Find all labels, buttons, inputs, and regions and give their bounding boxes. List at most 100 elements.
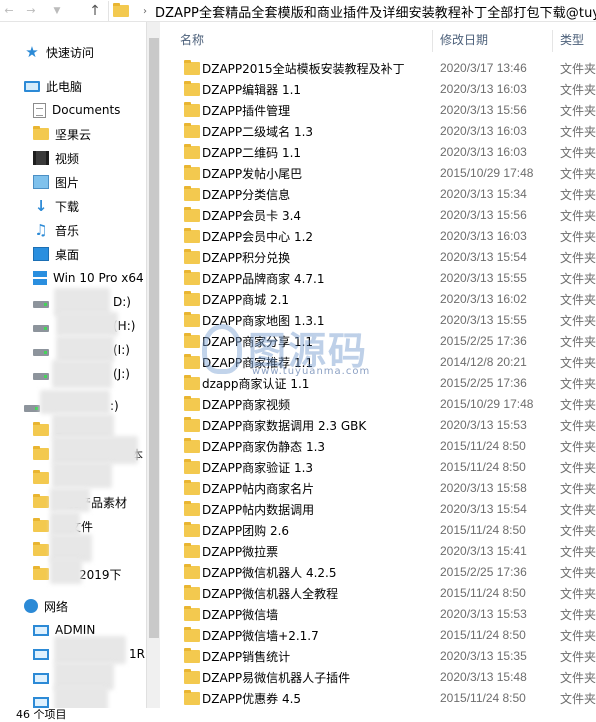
file-row[interactable]: DZAPP品牌商家 4.7.1 2020/3/13 15:55 文件夹 [170, 268, 596, 289]
sidebar-item-system-drive[interactable]: Win 10 Pro x64 [33, 266, 160, 290]
file-row[interactable]: DZAPP商家验证 1.3 2015/11/24 8:50 文件夹 [170, 457, 596, 478]
folder-icon [184, 312, 200, 327]
file-row[interactable]: DZAPP商家分享 1.1 2015/2/25 17:36 文件夹 [170, 331, 596, 352]
sidebar-scrollbar[interactable] [146, 22, 160, 708]
file-row[interactable]: DZAPP会员卡 3.4 2020/3/13 15:56 文件夹 [170, 205, 596, 226]
file-row[interactable]: DZAPP微信机器人 4.2.5 2015/2/25 17:36 文件夹 [170, 562, 596, 583]
file-row[interactable]: DZAPP会员中心 1.2 2020/3/13 16:03 文件夹 [170, 226, 596, 247]
image-icon [33, 175, 49, 189]
folder-icon [184, 648, 200, 663]
file-row[interactable]: DZAPP微信墙+2.1.7 2015/11/24 8:50 文件夹 [170, 625, 596, 646]
sidebar-item-desktop[interactable]: 桌面 [33, 242, 160, 266]
file-row[interactable]: DZAPP积分兑换 2020/3/13 15:54 文件夹 [170, 247, 596, 268]
file-row[interactable]: DZAPP商家视频 2015/10/29 17:48 文件夹 [170, 394, 596, 415]
file-type: 文件夹 [560, 125, 596, 139]
drive-icon [33, 324, 49, 332]
file-modified-date: 2015/2/25 17:36 [440, 334, 527, 348]
file-name: DZAPP商家推荐 1.1 [202, 356, 314, 370]
file-row[interactable]: dzapp商家认证 1.1 2015/2/25 17:36 文件夹 [170, 373, 596, 394]
folder-icon [184, 270, 200, 285]
file-row[interactable]: DZAPP商家地图 1.3.1 2020/3/13 15:55 文件夹 [170, 310, 596, 331]
file-row[interactable]: DZAPP编辑器 1.1 2020/3/13 16:03 文件夹 [170, 79, 596, 100]
file-modified-date: 2020/3/13 16:03 [440, 124, 527, 138]
file-type: 文件夹 [560, 314, 596, 328]
file-name: DZAPP会员卡 3.4 [202, 209, 302, 223]
file-row[interactable]: DZAPP帖内数据调用 2020/3/13 15:54 文件夹 [170, 499, 596, 520]
column-divider[interactable] [552, 30, 553, 52]
sidebar-item-videos[interactable]: 视频 [33, 146, 160, 170]
sidebar-item-network[interactable]: 网络 [24, 594, 160, 618]
file-row[interactable]: DZAPP微拉票 2020/3/13 15:41 文件夹 [170, 541, 596, 562]
file-row[interactable]: DZAPP发帖小尾巴 2015/10/29 17:48 文件夹 [170, 163, 596, 184]
blurred-region [40, 390, 110, 414]
file-row[interactable]: DZAPP二维码 1.1 2020/3/13 16:03 文件夹 [170, 142, 596, 163]
file-type: 文件夹 [560, 629, 596, 643]
file-row[interactable]: DZAPP分类信息 2020/3/13 15:34 文件夹 [170, 184, 596, 205]
folder-icon [184, 375, 200, 390]
folder-icon [33, 470, 49, 484]
sidebar-scrollbar-thumb[interactable] [149, 38, 159, 638]
back-arrow-icon[interactable]: ← [0, 2, 18, 20]
file-row[interactable]: DZAPP二级域名 1.3 2020/3/13 16:03 文件夹 [170, 121, 596, 142]
folder-icon [184, 627, 200, 642]
file-row[interactable]: DZAPP商家数据调用 2.3 GBK 2020/3/13 15:53 文件夹 [170, 415, 596, 436]
video-icon [33, 151, 49, 165]
sidebar-item-quick-access[interactable]: ★ 快速访问 [24, 40, 160, 64]
column-header-type[interactable]: 类型 [560, 28, 584, 54]
column-header-name[interactable]: 名称 [180, 28, 204, 54]
sidebar-item-downloads[interactable]: ↓ 下载 [33, 194, 160, 218]
address-path-text: DZAPP全套精品全套模版和商业插件及详细安装教程补丁全部打包下载@tuyuan… [155, 5, 596, 21]
folder-icon [184, 123, 200, 138]
path-separator-icon[interactable]: › [143, 6, 147, 17]
file-type: 文件夹 [560, 83, 596, 97]
folder-icon [184, 585, 200, 600]
navigation-pane: ★ 快速访问 此电脑 Documents 坚果云 视频 图片 ↓ 下载 ♫ 音乐… [0, 22, 160, 708]
address-path[interactable]: › DZAPP全套精品全套模版和商业插件及详细安装教程补丁全部打包下载@tuyu… [108, 1, 596, 21]
file-row[interactable]: DZAPP帖内商家名片 2020/3/13 15:58 文件夹 [170, 478, 596, 499]
file-type: 文件夹 [560, 209, 596, 223]
file-type: 文件夹 [560, 608, 596, 622]
file-row[interactable]: DZAPP易微信机器人子插件 2020/3/13 15:48 文件夹 [170, 667, 596, 688]
folder-icon [184, 102, 200, 117]
file-type: 文件夹 [560, 62, 596, 76]
folder-icon [184, 354, 200, 369]
blurred-region [56, 312, 118, 336]
file-modified-date: 2015/11/24 8:50 [440, 439, 526, 453]
sidebar-item-this-pc[interactable]: 此电脑 [24, 74, 160, 98]
file-row[interactable]: DZAPP销售统计 2020/3/13 15:35 文件夹 [170, 646, 596, 667]
column-header-date[interactable]: 修改日期 [440, 28, 488, 54]
file-modified-date: 2020/3/17 13:46 [440, 61, 527, 75]
file-row[interactable]: DZAPP商家推荐 1.1 2014/12/8 20:21 文件夹 [170, 352, 596, 373]
recent-locations-chevron-icon[interactable]: ▼ [48, 2, 66, 20]
file-name: DZAPP帖内商家名片 [202, 482, 315, 496]
column-divider[interactable] [432, 30, 433, 52]
file-row[interactable]: DZAPP微信墙 2020/3/13 15:53 文件夹 [170, 604, 596, 625]
file-row[interactable]: DZAPP微信机器人全教程 2015/11/24 8:50 文件夹 [170, 583, 596, 604]
file-row[interactable]: DZAPP商家伪静态 1.3 2015/11/24 8:50 文件夹 [170, 436, 596, 457]
sidebar-item-jianguoyun[interactable]: 坚果云 [33, 122, 160, 146]
file-row[interactable]: DZAPP2015全站模板安装教程及补丁 2020/3/17 13:46 文件夹 [170, 58, 596, 79]
file-row[interactable]: DZAPP优惠券 4.5 2015/11/24 8:50 文件夹 [170, 688, 596, 708]
download-icon: ↓ [34, 197, 48, 215]
sidebar-item-label: 视频 [55, 151, 80, 166]
folder-icon [184, 60, 200, 75]
sidebar-item-label: 坚果云 [55, 127, 92, 142]
sidebar-item-pictures[interactable]: 图片 [33, 170, 160, 194]
file-name: DZAPP微拉票 [202, 545, 279, 559]
file-name: DZAPP发帖小尾巴 [202, 167, 303, 181]
forward-arrow-icon[interactable]: → [22, 2, 40, 20]
file-type: 文件夹 [560, 545, 596, 559]
file-row[interactable]: DZAPP插件管理 2020/3/13 15:56 文件夹 [170, 100, 596, 121]
file-name: DZAPP插件管理 [202, 104, 291, 118]
up-arrow-icon[interactable]: ↑ [86, 2, 104, 20]
sidebar-item-music[interactable]: ♫ 音乐 [33, 218, 160, 242]
file-modified-date: 2015/11/24 8:50 [440, 691, 526, 705]
file-name: DZAPP编辑器 1.1 [202, 83, 302, 97]
file-name: DZAPP团购 2.6 [202, 524, 290, 538]
file-type: 文件夹 [560, 356, 596, 370]
sidebar-item-documents[interactable]: Documents [33, 98, 160, 122]
file-type: 文件夹 [560, 251, 596, 265]
file-row[interactable]: DZAPP商城 2.1 2020/3/13 16:02 文件夹 [170, 289, 596, 310]
file-row[interactable]: DZAPP团购 2.6 2015/11/24 8:50 文件夹 [170, 520, 596, 541]
blurred-region [54, 636, 126, 664]
